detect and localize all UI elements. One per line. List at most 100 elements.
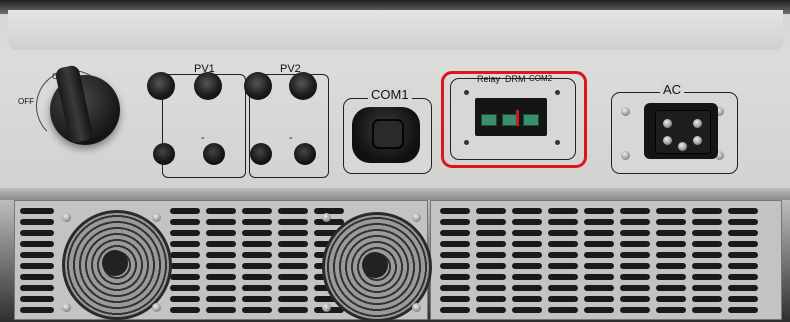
- vent-slot: [728, 307, 758, 313]
- fan-left-screw-tr: [152, 213, 161, 222]
- vent-slot: [242, 219, 272, 225]
- vent-slot: [512, 230, 542, 236]
- vent-slot: [206, 307, 236, 313]
- vent-slot: [20, 208, 54, 214]
- vent-slot: [440, 263, 470, 269]
- vent-slot: [170, 230, 200, 236]
- ac-pin-1: [663, 119, 672, 128]
- vent-slot: [242, 263, 272, 269]
- vent-slot: [278, 230, 308, 236]
- vent-slot: [548, 208, 578, 214]
- vent-slot: [548, 219, 578, 225]
- vent-slot: [728, 230, 758, 236]
- ac-pin-5: [678, 142, 687, 151]
- vent-slot: [584, 230, 614, 236]
- vent-slot: [206, 285, 236, 291]
- vent-slot: [728, 252, 758, 258]
- vent-slot: [512, 241, 542, 247]
- vent-slot: [584, 285, 614, 291]
- vent-slot: [206, 208, 236, 214]
- vent-slot: [620, 274, 650, 280]
- pv2-plus-connector-b: [289, 72, 317, 100]
- vent-slot: [476, 263, 506, 269]
- vent-slot: [656, 219, 686, 225]
- vent-slot: [692, 241, 722, 247]
- pv2-minus-connector-a: [250, 143, 272, 165]
- vent-slot: [512, 208, 542, 214]
- fan-right-hub: [362, 252, 388, 278]
- vent-slot: [584, 263, 614, 269]
- vent-slot: [20, 241, 54, 247]
- vent-slot: [620, 252, 650, 258]
- vent-slot: [656, 296, 686, 302]
- vent-slot: [476, 219, 506, 225]
- vent-slot: [206, 241, 236, 247]
- vent-slot: [584, 219, 614, 225]
- vent-slot: [548, 263, 578, 269]
- vent-slot: [620, 219, 650, 225]
- vent-slot: [476, 208, 506, 214]
- vent-slot: [512, 274, 542, 280]
- vent-slot: [728, 285, 758, 291]
- switch-off-label: OFF: [18, 97, 34, 106]
- vent-slot: [548, 307, 578, 313]
- vent-slot: [512, 219, 542, 225]
- vent-slot: [584, 296, 614, 302]
- vent-slot: [512, 263, 542, 269]
- vent-slot: [512, 296, 542, 302]
- vent-slot: [620, 241, 650, 247]
- vent-slot: [656, 241, 686, 247]
- vent-slot: [692, 208, 722, 214]
- vent-slot: [278, 285, 308, 291]
- vent-slot: [20, 307, 54, 313]
- vent-slot: [170, 263, 200, 269]
- vent-slot: [440, 252, 470, 258]
- com1-gland-cap: [372, 119, 404, 149]
- vent-slot: [656, 274, 686, 280]
- vent-slot: [278, 252, 308, 258]
- vent-slot: [620, 285, 650, 291]
- vent-slot: [512, 252, 542, 258]
- vent-slot: [476, 285, 506, 291]
- vent-slot: [728, 241, 758, 247]
- fan-left-hub: [102, 250, 128, 276]
- fan-right-screw-br: [412, 303, 421, 312]
- vent-slot: [440, 230, 470, 236]
- vent-slot: [440, 241, 470, 247]
- vent-slot: [242, 230, 272, 236]
- vent-slot: [584, 208, 614, 214]
- vent-slot: [278, 208, 308, 214]
- vent-slot: [548, 252, 578, 258]
- vent-slot: [476, 296, 506, 302]
- fan-right-screw-tr: [412, 213, 421, 222]
- vent-slot: [242, 274, 272, 280]
- fan-right-screw-bl: [322, 303, 331, 312]
- vent-slot: [170, 296, 200, 302]
- pv2-minus-label: -: [289, 132, 293, 144]
- vent-slot: [242, 285, 272, 291]
- vent-slot: [170, 307, 200, 313]
- vent-slot: [170, 219, 200, 225]
- vent-slot: [20, 285, 54, 291]
- pv1-minus-connector-a: [153, 143, 175, 165]
- vent-slot: [278, 219, 308, 225]
- vent-slot: [692, 285, 722, 291]
- vent-slot: [440, 219, 470, 225]
- vent-slot: [656, 208, 686, 214]
- fan-right-screw-tl: [322, 213, 331, 222]
- vent-slot: [692, 252, 722, 258]
- housing-lid: [8, 10, 783, 50]
- vent-slot: [170, 274, 200, 280]
- vent-slot: [692, 219, 722, 225]
- ac-label: AC: [660, 82, 685, 97]
- vent-slot: [206, 274, 236, 280]
- vent-slot: [440, 274, 470, 280]
- vent-slot: [692, 274, 722, 280]
- vent-slot: [656, 230, 686, 236]
- vent-slot: [548, 230, 578, 236]
- vent-slot: [656, 285, 686, 291]
- vent-slot: [440, 285, 470, 291]
- vent-slot: [20, 219, 54, 225]
- vent-slot: [278, 307, 308, 313]
- vent-slot: [278, 274, 308, 280]
